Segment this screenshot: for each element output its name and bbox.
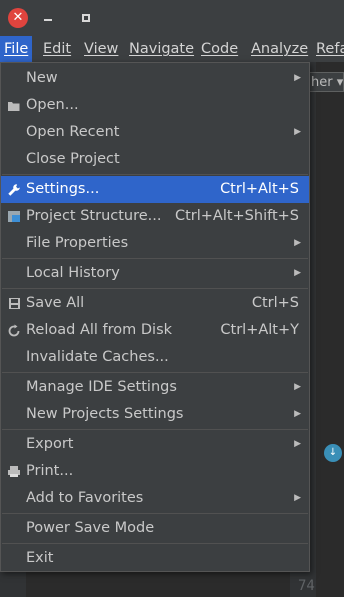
- print-icon: [7, 458, 21, 485]
- menu-item-label: Save All: [26, 295, 85, 311]
- menu-item-close-project[interactable]: Close Project: [1, 146, 309, 173]
- menu-code[interactable]: Code: [197, 36, 242, 62]
- menu-refactor[interactable]: Refa: [312, 36, 344, 62]
- menu-item-label: Open...: [26, 97, 79, 113]
- menu-item-print[interactable]: Print...: [1, 458, 309, 485]
- menu-item-label: Local History: [26, 265, 120, 281]
- menu-item-manage-ide-settings[interactable]: Manage IDE Settings ▶: [1, 374, 309, 401]
- menu-analyze[interactable]: Analyze: [247, 36, 312, 62]
- menu-item-label: Exit: [26, 550, 54, 566]
- menu-item-label: Export: [26, 436, 74, 452]
- submenu-arrow-icon: ▶: [294, 493, 301, 503]
- menu-item-invalidate-caches[interactable]: Invalidate Caches...: [1, 344, 309, 371]
- menu-item-label: File Properties: [26, 235, 129, 251]
- menu-item-label: Close Project: [26, 151, 120, 167]
- submenu-arrow-icon: ▶: [294, 268, 301, 278]
- menu-navigate[interactable]: Navigate: [125, 36, 198, 62]
- menu-item-label: Manage IDE Settings: [26, 379, 177, 395]
- submenu-arrow-icon: ▶: [294, 439, 301, 449]
- menu-item-file-properties[interactable]: File Properties ▶: [1, 230, 309, 257]
- menu-item-label: New: [26, 70, 58, 86]
- menu-separator: [2, 372, 308, 373]
- line-number: 74: [298, 578, 315, 594]
- project-structure-icon: [7, 203, 21, 230]
- menu-item-label: New Projects Settings: [26, 406, 184, 422]
- menu-separator: [2, 174, 308, 175]
- menu-item-label: Project Structure...: [26, 208, 162, 224]
- minimize-window-button[interactable]: [44, 19, 52, 21]
- menu-item-new-projects-settings[interactable]: New Projects Settings ▶: [1, 401, 309, 428]
- menu-item-settings[interactable]: Settings... Ctrl+Alt+S: [1, 176, 309, 203]
- maximize-window-button[interactable]: [82, 14, 90, 22]
- menu-item-reload-all[interactable]: Reload All from Disk Ctrl+Alt+Y: [1, 317, 309, 344]
- menu-item-exit[interactable]: Exit: [1, 545, 309, 572]
- save-icon: [7, 290, 21, 317]
- shortcut-label: Ctrl+Alt+S: [220, 181, 299, 197]
- menu-item-label: Add to Favorites: [26, 490, 144, 506]
- menu-edit[interactable]: Edit: [39, 36, 75, 62]
- file-menu-dropdown: New ▶ Open... Open Recent ▶ Close Projec…: [0, 62, 310, 572]
- menu-item-label: Print...: [26, 463, 74, 479]
- menu-view[interactable]: View: [80, 36, 122, 62]
- wrench-icon: [7, 176, 21, 203]
- menu-separator: [2, 288, 308, 289]
- menu-item-label: Invalidate Caches...: [26, 349, 169, 365]
- close-window-button[interactable]: ✕: [8, 8, 28, 28]
- menu-item-add-to-favorites[interactable]: Add to Favorites ▶: [1, 485, 309, 512]
- menu-item-open[interactable]: Open...: [1, 92, 309, 119]
- menu-item-power-save-mode[interactable]: Power Save Mode: [1, 515, 309, 542]
- menu-file[interactable]: File: [0, 36, 33, 62]
- folder-icon: [7, 92, 21, 119]
- submenu-arrow-icon: ▶: [294, 238, 301, 248]
- submenu-arrow-icon: ▶: [294, 73, 301, 83]
- main-menu-bar: File Edit View Navigate Code Analyze Ref…: [0, 36, 344, 62]
- shortcut-label: Ctrl+Alt+Y: [220, 322, 299, 338]
- menu-separator: [2, 429, 308, 430]
- shortcut-label: Ctrl+Alt+Shift+S: [174, 208, 299, 224]
- menu-item-label: Open Recent: [26, 124, 120, 140]
- submenu-arrow-icon: ▶: [294, 382, 301, 392]
- menu-item-project-structure[interactable]: Project Structure... Ctrl+Alt+Shift+S: [1, 203, 309, 230]
- menu-item-local-history[interactable]: Local History ▶: [1, 260, 309, 287]
- menu-item-label: Reload All from Disk: [26, 322, 173, 338]
- menu-item-label: Settings...: [26, 181, 100, 197]
- menu-item-export[interactable]: Export ▶: [1, 431, 309, 458]
- menu-item-new[interactable]: New ▶: [1, 65, 309, 92]
- menu-item-save-all[interactable]: Save All Ctrl+S: [1, 290, 309, 317]
- close-icon: ✕: [12, 10, 24, 25]
- menu-separator: [2, 543, 308, 544]
- menu-separator: [2, 258, 308, 259]
- notification-icon[interactable]: ↓: [324, 444, 342, 462]
- reload-icon: [7, 317, 21, 344]
- shortcut-label: Ctrl+S: [251, 295, 299, 311]
- window-title-bar: ✕: [0, 0, 344, 36]
- submenu-arrow-icon: ▶: [294, 409, 301, 419]
- menu-item-label: Power Save Mode: [26, 520, 155, 536]
- menu-item-open-recent[interactable]: Open Recent ▶: [1, 119, 309, 146]
- menu-separator: [2, 513, 308, 514]
- submenu-arrow-icon: ▶: [294, 127, 301, 137]
- editor-right-strip: [316, 62, 344, 597]
